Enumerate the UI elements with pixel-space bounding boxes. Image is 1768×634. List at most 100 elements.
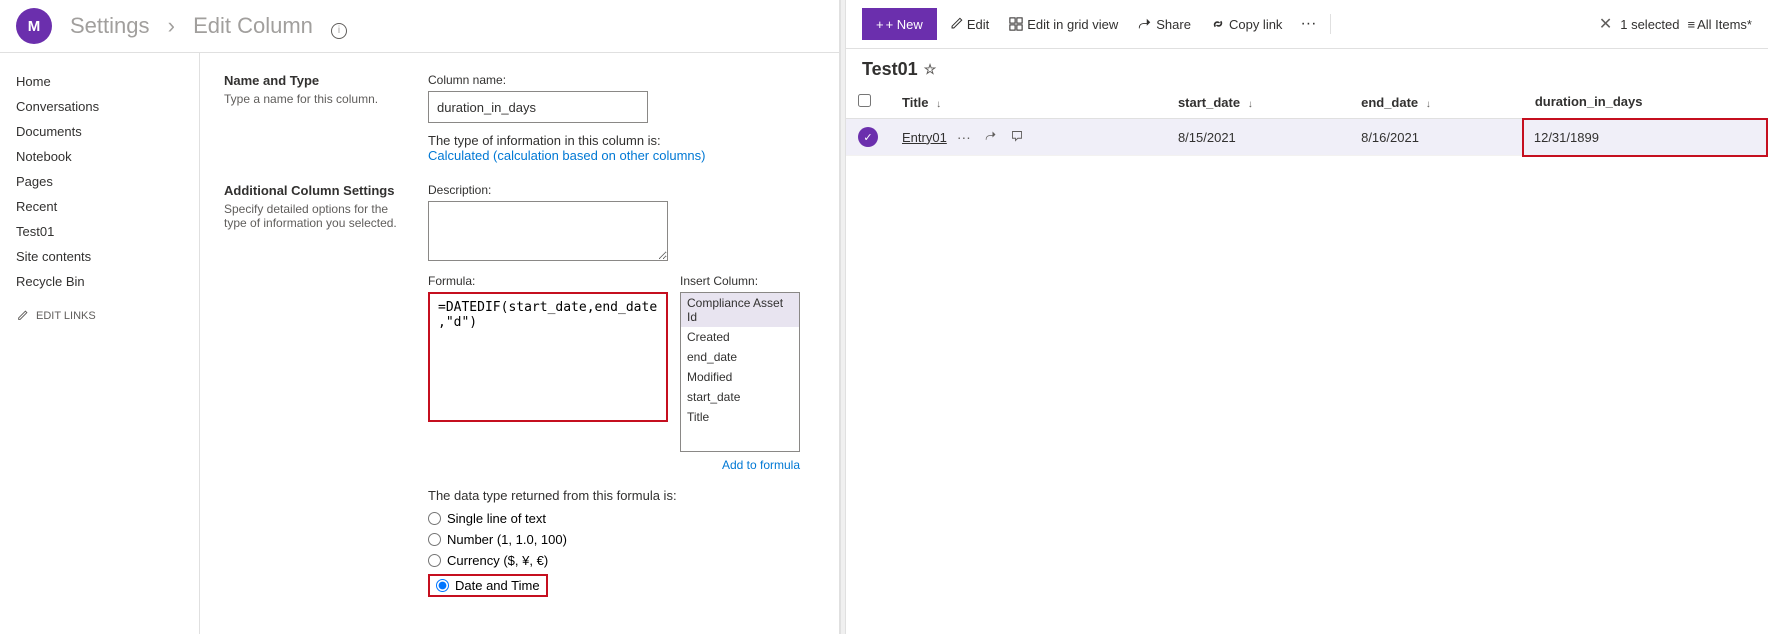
info-icon[interactable]: i bbox=[331, 23, 347, 39]
description-input[interactable] bbox=[428, 201, 668, 261]
page-title: Settings › Edit Column i bbox=[64, 13, 353, 39]
col-title-label: Title bbox=[902, 95, 929, 110]
star-icon[interactable]: ☆ bbox=[924, 61, 937, 78]
table-row: ✓ Entry01 ··· bbox=[846, 119, 1767, 156]
col-end-date-label: end_date bbox=[1361, 95, 1418, 110]
row-title-cell: Entry01 ··· bbox=[890, 119, 1166, 156]
row-end-date-cell: 8/16/2021 bbox=[1349, 119, 1523, 156]
plus-icon: + bbox=[876, 17, 884, 32]
radio-currency-input[interactable] bbox=[428, 554, 441, 567]
toolbar: + + New Edit Edit in grid view Share Cop… bbox=[846, 0, 1768, 49]
new-button[interactable]: + + New bbox=[862, 8, 937, 40]
selected-check: ✓ bbox=[858, 127, 878, 147]
all-items-button[interactable]: ≡ All Items* bbox=[1688, 17, 1753, 32]
select-all-checkbox[interactable] bbox=[858, 94, 871, 107]
radio-single-line-input[interactable] bbox=[428, 512, 441, 525]
column-name-input[interactable] bbox=[428, 91, 648, 123]
radio-number-input[interactable] bbox=[428, 533, 441, 546]
row-comment-button[interactable] bbox=[1007, 127, 1027, 147]
additional-settings-label: Additional Column Settings bbox=[224, 183, 404, 198]
row-comment-icon bbox=[1011, 130, 1023, 142]
edit-grid-label: Edit in grid view bbox=[1027, 17, 1118, 32]
list-item[interactable]: start_date bbox=[681, 387, 799, 407]
sidebar-item-notebook[interactable]: Notebook bbox=[0, 144, 199, 169]
col-duration[interactable]: duration_in_days bbox=[1523, 86, 1767, 119]
new-label: + New bbox=[886, 17, 923, 32]
grid-icon bbox=[1009, 17, 1023, 31]
col-end-date[interactable]: end_date ↓ bbox=[1349, 86, 1523, 119]
name-type-label: Name and Type bbox=[224, 73, 404, 88]
toolbar-separator bbox=[1330, 14, 1331, 34]
edit-grid-button[interactable]: Edit in grid view bbox=[1001, 8, 1126, 40]
sidebar-item-pages[interactable]: Pages bbox=[0, 169, 199, 194]
sidebar-item-documents[interactable]: Documents bbox=[0, 119, 199, 144]
share-label: Share bbox=[1156, 17, 1191, 32]
user-avatar: M bbox=[16, 8, 52, 44]
sort-title-icon: ↓ bbox=[936, 99, 941, 110]
list-item[interactable]: Created bbox=[681, 327, 799, 347]
radio-datetime[interactable]: Date and Time bbox=[428, 574, 548, 597]
sidebar-item-conversations[interactable]: Conversations bbox=[0, 94, 199, 119]
sidebar-item-recycle-bin[interactable]: Recycle Bin bbox=[0, 269, 199, 294]
copy-link-label: Copy link bbox=[1229, 17, 1282, 32]
sidebar-item-home[interactable]: Home bbox=[0, 69, 199, 94]
list-item[interactable]: Modified bbox=[681, 367, 799, 387]
list-item[interactable]: Compliance Asset Id bbox=[681, 293, 799, 327]
sort-start-icon: ↓ bbox=[1248, 99, 1253, 110]
edit-label: Edit bbox=[967, 17, 989, 32]
row-share-button[interactable] bbox=[981, 127, 1001, 147]
column-list: Compliance Asset Id Created end_date Mod… bbox=[680, 292, 800, 452]
radio-datetime-label: Date and Time bbox=[455, 578, 540, 593]
radio-currency-label: Currency ($, ¥, €) bbox=[447, 553, 548, 568]
edit-button[interactable]: Edit bbox=[941, 8, 997, 40]
col-start-date-label: start_date bbox=[1178, 95, 1240, 110]
col-start-date[interactable]: start_date ↓ bbox=[1166, 86, 1349, 119]
row-more-button[interactable]: ··· bbox=[953, 127, 975, 147]
radio-number[interactable]: Number (1, 1.0, 100) bbox=[428, 532, 815, 547]
row-title-value[interactable]: Entry01 bbox=[902, 130, 947, 145]
copy-link-button[interactable]: Copy link bbox=[1203, 8, 1290, 40]
list-table: Title ↓ start_date ↓ end_date ↓ duration… bbox=[846, 86, 1768, 157]
list-area: Title ↓ start_date ↓ end_date ↓ duration… bbox=[846, 86, 1768, 634]
edit-links-button[interactable]: EDIT LINKS bbox=[0, 302, 199, 330]
additional-settings-sub: Specify detailed options for the type of… bbox=[224, 202, 404, 230]
col-duration-label: duration_in_days bbox=[1535, 94, 1643, 109]
description-label: Description: bbox=[428, 183, 815, 197]
column-type-value: Calculated (calculation based on other c… bbox=[428, 148, 706, 163]
column-name-label: Column name: bbox=[428, 73, 815, 87]
sidebar-item-recent[interactable]: Recent bbox=[0, 194, 199, 219]
edit-links-label: EDIT LINKS bbox=[36, 310, 96, 322]
formula-label: Formula: bbox=[428, 274, 668, 288]
insert-column-label: Insert Column: bbox=[680, 274, 800, 288]
list-item[interactable]: end_date bbox=[681, 347, 799, 367]
selected-badge: 1 selected bbox=[1620, 17, 1679, 32]
edit-icon bbox=[949, 17, 963, 31]
radio-single-line-label: Single line of text bbox=[447, 511, 546, 526]
radio-currency[interactable]: Currency ($, ¥, €) bbox=[428, 553, 815, 568]
sidebar-item-site-contents[interactable]: Site contents bbox=[0, 244, 199, 269]
form-area: Name and Type Type a name for this colum… bbox=[200, 53, 839, 634]
deselect-button[interactable]: ✕ bbox=[1599, 14, 1612, 34]
list-title-text: Test01 bbox=[862, 59, 918, 80]
row-start-date-cell: 8/15/2021 bbox=[1166, 119, 1349, 156]
col-title[interactable]: Title ↓ bbox=[890, 86, 1166, 119]
filter-icon: ≡ bbox=[1688, 17, 1696, 32]
formula-input[interactable]: =DATEDIF(start_date,end_date,"d") bbox=[428, 292, 668, 422]
add-to-formula-button[interactable]: Add to formula bbox=[680, 456, 800, 474]
row-duration-cell: 12/31/1899 bbox=[1523, 119, 1767, 156]
list-item[interactable]: Title bbox=[681, 407, 799, 427]
radio-datetime-input[interactable] bbox=[436, 579, 449, 592]
sidebar-item-test01[interactable]: Test01 bbox=[0, 219, 199, 244]
all-items-label: All Items* bbox=[1697, 17, 1752, 32]
pencil-icon bbox=[16, 310, 28, 322]
row-check-cell[interactable]: ✓ bbox=[846, 119, 890, 156]
share-button[interactable]: Share bbox=[1130, 8, 1199, 40]
more-button[interactable]: ··· bbox=[1294, 11, 1322, 37]
link-icon bbox=[1211, 17, 1225, 31]
select-all-header[interactable] bbox=[846, 86, 890, 119]
row-share-icon bbox=[985, 130, 997, 142]
sidebar: Home Conversations Documents Notebook Pa… bbox=[0, 53, 200, 634]
radio-number-label: Number (1, 1.0, 100) bbox=[447, 532, 567, 547]
radio-single-line[interactable]: Single line of text bbox=[428, 511, 815, 526]
sort-end-icon: ↓ bbox=[1426, 99, 1431, 110]
